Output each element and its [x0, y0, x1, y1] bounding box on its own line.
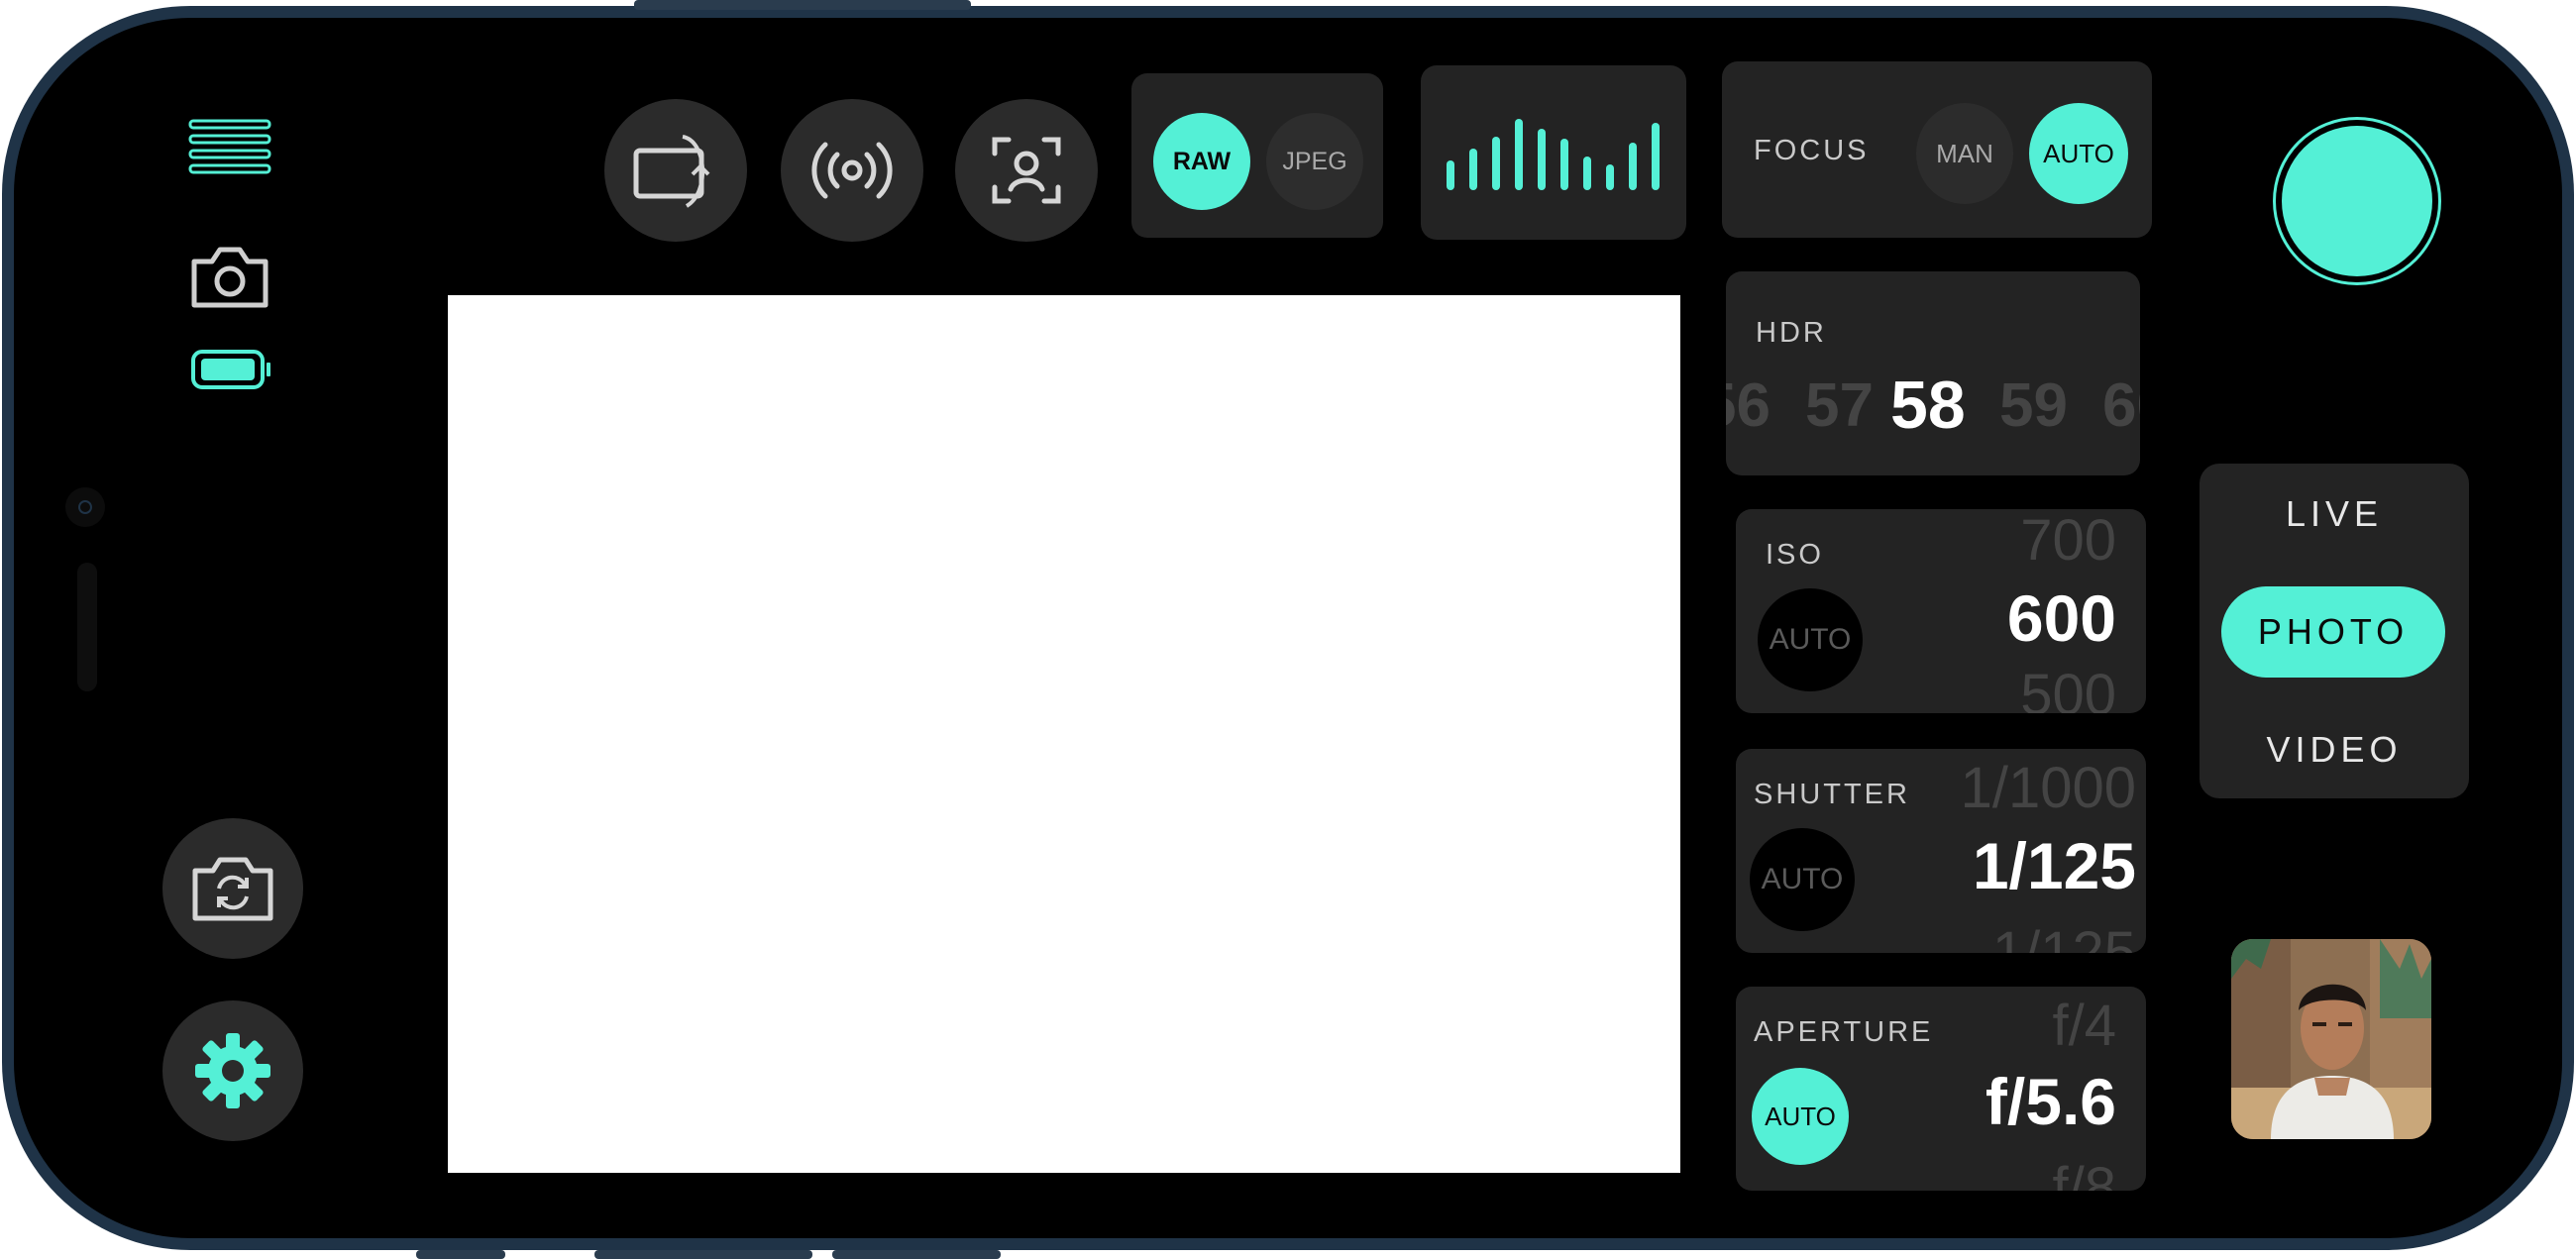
shutter-panel[interactable]: SHUTTER AUTO 1/1000 1/125 1/125 — [1736, 749, 2146, 953]
rotate-screen-icon — [631, 131, 720, 210]
aperture-panel[interactable]: APERTURE AUTO f/4 f/5.6 f/8 — [1736, 987, 2146, 1191]
camera-icon[interactable] — [188, 242, 271, 309]
camera-app-screen: RAW JPEG FOCUS MAN AUTO HDR 6 57 58 59 6… — [14, 18, 2562, 1238]
mode-selector: LIVE PHOTO VIDEO — [2200, 464, 2469, 798]
rotate-screen-button[interactable] — [604, 99, 747, 242]
broadcast-button[interactable] — [781, 99, 923, 242]
iso-value-above: 700 — [2020, 509, 2116, 573]
hamburger-menu-icon[interactable] — [188, 117, 271, 176]
hdr-value-far-right: 60 — [2102, 371, 2140, 440]
format-panel: RAW JPEG — [1131, 73, 1383, 238]
iso-value-current: 600 — [2006, 581, 2116, 655]
gallery-thumbnail[interactable] — [2231, 939, 2431, 1139]
hdr-panel[interactable]: HDR 56 57 58 59 60 — [1726, 271, 2140, 475]
switch-camera-button[interactable] — [162, 818, 303, 959]
switch-camera-icon — [190, 853, 275, 924]
viewfinder-preview[interactable] — [448, 295, 1680, 1173]
front-camera — [65, 487, 105, 527]
focus-panel: FOCUS MAN AUTO — [1722, 61, 2152, 238]
phone-side-button-bottom-2 — [594, 1250, 812, 1259]
phone-side-button-top — [634, 0, 971, 10]
shutter-release-fill — [2282, 126, 2432, 276]
settings-button[interactable] — [162, 1000, 303, 1141]
battery-icon — [190, 349, 273, 390]
shutter-auto-toggle[interactable]: AUTO — [1750, 828, 1855, 931]
iso-auto-toggle[interactable]: AUTO — [1758, 588, 1863, 691]
shutter-value-below: 1/125 — [1991, 920, 2136, 953]
hdr-value-far-left: 56 — [1726, 371, 1771, 440]
iso-panel[interactable]: ISO AUTO 700 600 500 — [1736, 509, 2146, 713]
focus-label: FOCUS — [1754, 135, 1870, 166]
jpeg-toggle[interactable]: JPEG — [1266, 113, 1363, 210]
raw-toggle[interactable]: RAW — [1153, 113, 1250, 210]
aperture-value-current: f/5.6 — [1985, 1065, 2116, 1138]
aperture-auto-toggle[interactable]: AUTO — [1752, 1068, 1849, 1165]
hdr-value-right: 59 — [1999, 371, 2068, 440]
iso-label: ISO — [1766, 539, 1824, 571]
aperture-value-below: f/8 — [2052, 1156, 2117, 1191]
shutter-release-button[interactable] — [2273, 117, 2441, 285]
shutter-label: SHUTTER — [1754, 779, 1910, 810]
shutter-value-above: 1/1000 — [1960, 756, 2136, 820]
mode-video[interactable]: VIDEO — [2200, 729, 2469, 771]
face-detect-icon — [991, 136, 1062, 205]
focus-man-toggle[interactable]: MAN — [1916, 103, 2013, 204]
aperture-value-above: f/4 — [2052, 994, 2117, 1058]
mode-live[interactable]: LIVE — [2200, 493, 2469, 535]
hdr-value-left: 57 — [1805, 371, 1874, 440]
hdr-label: HDR — [1756, 317, 1827, 349]
focus-auto-toggle[interactable]: AUTO — [2029, 103, 2128, 204]
histogram-panel[interactable] — [1421, 65, 1686, 240]
broadcast-icon — [809, 139, 895, 202]
phone-side-button-bottom-3 — [832, 1250, 1001, 1259]
phone-side-button-bottom-1 — [416, 1250, 505, 1259]
iso-value-below: 500 — [2020, 663, 2116, 713]
earpiece-speaker — [77, 563, 97, 691]
aperture-label: APERTURE — [1754, 1016, 1934, 1048]
settings-gear-icon — [193, 1031, 272, 1110]
hdr-value-current: 58 — [1890, 367, 1966, 443]
mode-photo[interactable]: PHOTO — [2221, 586, 2445, 678]
thumbnail-photo — [2231, 939, 2431, 1139]
shutter-value-current: 1/125 — [1972, 829, 2136, 902]
histogram-icon — [1445, 117, 1666, 192]
face-detect-button[interactable] — [955, 99, 1098, 242]
